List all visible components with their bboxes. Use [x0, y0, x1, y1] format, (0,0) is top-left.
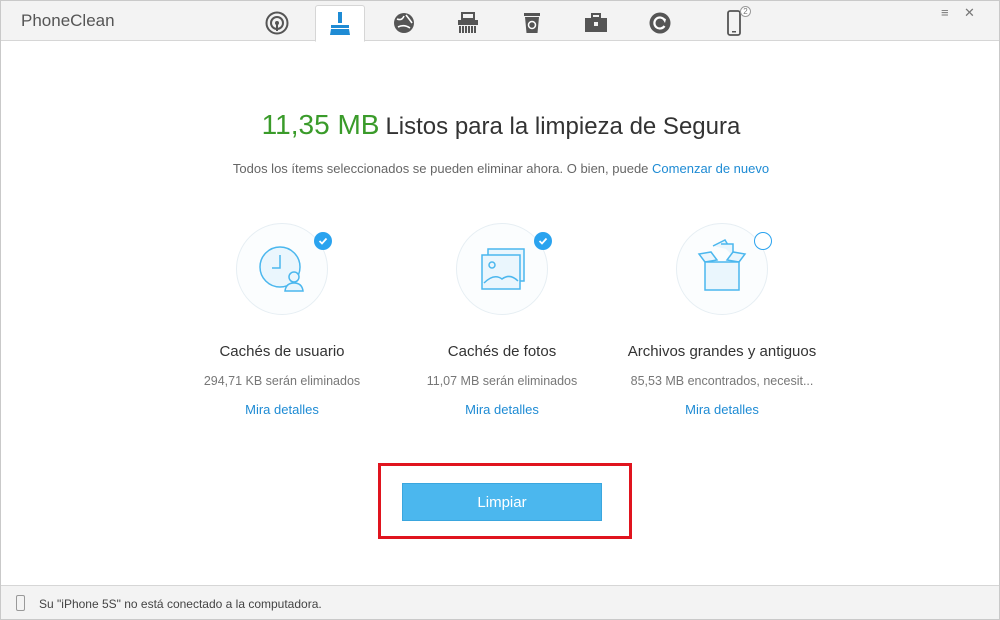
subtitle: Todos los ítems seleccionados se pueden …	[1, 161, 1000, 176]
phone-status-icon	[16, 595, 25, 611]
category-title: Archivos grandes y antiguos	[627, 343, 817, 360]
tab-recycle-bin[interactable]	[507, 5, 557, 41]
user-caches-checkbox[interactable]	[314, 232, 332, 250]
total-size: 11,35 MB	[261, 109, 380, 140]
radar-icon	[265, 11, 289, 35]
menu-icon[interactable]: ≡	[941, 5, 949, 20]
category-icon-circle	[236, 223, 332, 315]
tab-device[interactable]: 2	[709, 5, 759, 41]
tab-radar[interactable]	[252, 5, 302, 41]
recycle-bin-icon	[524, 13, 540, 33]
user-clock-icon	[259, 246, 304, 292]
tab-clean[interactable]	[315, 5, 365, 42]
status-bar: Su "iPhone 5S" no está conectado a la co…	[1, 585, 999, 619]
check-icon	[538, 237, 548, 245]
headline-text: Listos para la limpieza de Segura	[385, 113, 741, 140]
restore-icon	[649, 12, 671, 34]
user-caches-details-link[interactable]: Mira detalles	[245, 402, 319, 417]
top-toolbar: PhoneClean 2 ≡ ✕	[1, 1, 999, 42]
large-old-files-checkbox[interactable]	[754, 232, 772, 250]
tab-shredder[interactable]	[443, 5, 493, 41]
category-title: Cachés de usuario	[219, 343, 345, 360]
page-title: 11,35 MB Listos para la limpieza de Segur…	[1, 109, 1000, 141]
box-files-icon	[697, 239, 747, 291]
globe-icon	[394, 13, 414, 33]
category-icon-circle	[456, 223, 552, 315]
shredder-icon	[458, 12, 478, 33]
app-window: PhoneClean 2 ≡ ✕ 11,35 MB Listos para la…	[0, 0, 1000, 620]
broom-icon	[330, 11, 350, 35]
large-old-files-details-link[interactable]: Mira detalles	[685, 402, 759, 417]
check-icon	[318, 237, 328, 245]
category-photo-caches: Cachés de fotos 11,07 MB serán eliminado…	[392, 223, 612, 419]
category-icon-circle	[676, 223, 772, 315]
clean-button[interactable]: Limpiar	[402, 483, 602, 521]
category-user-caches: Cachés de usuario 294,71 KB serán elimin…	[172, 223, 392, 419]
app-title: PhoneClean	[21, 11, 115, 30]
category-desc: 85,53 MB encontrados, necesit...	[630, 374, 814, 388]
close-icon[interactable]: ✕	[964, 5, 975, 21]
toolbox-icon	[585, 13, 607, 32]
photo-caches-checkbox[interactable]	[534, 232, 552, 250]
category-desc: 11,07 MB serán eliminados	[426, 374, 578, 388]
phone-icon	[727, 10, 741, 36]
photos-icon	[481, 248, 525, 290]
tab-restore[interactable]	[635, 5, 685, 41]
category-title: Cachés de fotos	[447, 343, 557, 360]
photo-caches-details-link[interactable]: Mira detalles	[465, 402, 539, 417]
status-message: Su "iPhone 5S" no está conectado a la co…	[39, 597, 322, 611]
subtitle-text: Todos los ítems seleccionados se pueden …	[232, 161, 649, 176]
category-large-old-files: Archivos grandes y antiguos 85,53 MB enc…	[612, 223, 832, 419]
tab-internet[interactable]	[379, 5, 429, 41]
device-count-badge: 2	[740, 6, 751, 17]
tab-toolbox[interactable]	[571, 5, 621, 41]
category-desc: 294,71 KB serán eliminados	[203, 374, 361, 388]
restart-link[interactable]: Comenzar de nuevo	[652, 161, 769, 176]
